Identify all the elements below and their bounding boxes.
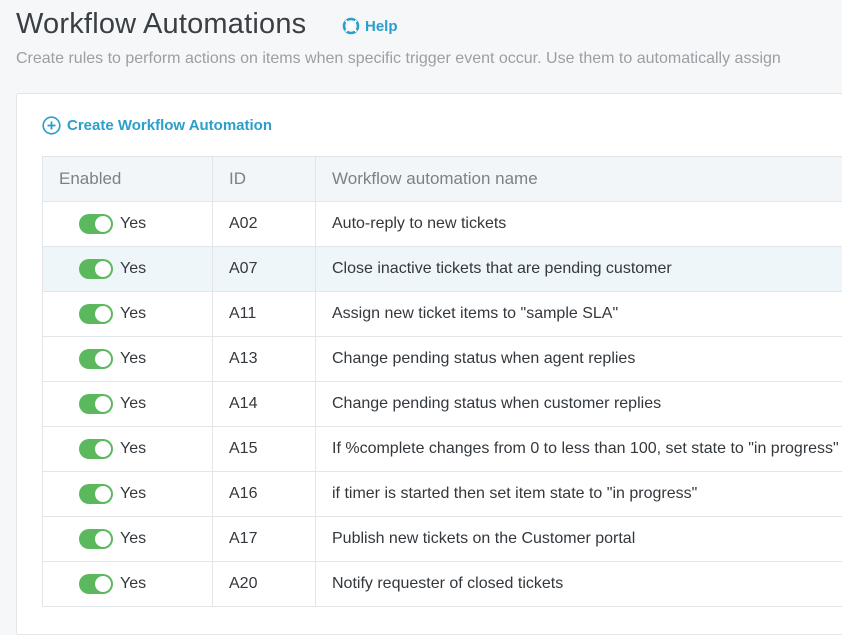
automations-panel: Create Workflow Automation Enabled ID Wo… [16, 93, 842, 635]
enabled-label: Yes [120, 305, 146, 323]
enabled-label: Yes [120, 350, 146, 368]
help-label: Help [365, 18, 398, 35]
enabled-label: Yes [120, 530, 146, 548]
enabled-toggle[interactable] [79, 439, 113, 459]
automation-name[interactable]: If %complete changes from 0 to less than… [316, 427, 842, 472]
column-header-id[interactable]: ID [213, 157, 316, 202]
enabled-toggle[interactable] [79, 349, 113, 369]
table-header-row: Enabled ID Workflow automation name [43, 157, 842, 202]
create-workflow-automation-button[interactable]: Create Workflow Automation [42, 116, 272, 135]
automation-id: A17 [213, 517, 316, 562]
automation-id: A13 [213, 337, 316, 382]
automation-name[interactable]: Change pending status when agent replies [316, 337, 842, 382]
enabled-toggle[interactable] [79, 574, 113, 594]
automation-id: A16 [213, 472, 316, 517]
create-workflow-automation-label: Create Workflow Automation [67, 117, 272, 134]
automation-id: A07 [213, 247, 316, 292]
table-row[interactable]: Yes A14 Change pending status when custo… [43, 382, 842, 427]
column-header-name[interactable]: Workflow automation name [316, 157, 842, 202]
enabled-toggle[interactable] [79, 484, 113, 504]
page-description: Create rules to perform actions on items… [16, 50, 842, 68]
table-row[interactable]: Yes A07 Close inactive tickets that are … [43, 247, 842, 292]
enabled-label: Yes [120, 485, 146, 503]
table-row[interactable]: Yes A13 Change pending status when agent… [43, 337, 842, 382]
table-row[interactable]: Yes A16 if timer is started then set ite… [43, 472, 842, 517]
column-header-enabled[interactable]: Enabled [43, 157, 213, 202]
automation-name[interactable]: Auto-reply to new tickets [316, 202, 842, 247]
enabled-toggle[interactable] [79, 529, 113, 549]
automation-id: A02 [213, 202, 316, 247]
enabled-toggle[interactable] [79, 214, 113, 234]
table-row[interactable]: Yes A15 If %complete changes from 0 to l… [43, 427, 842, 472]
lifebuoy-icon [342, 17, 360, 35]
automation-name[interactable]: Notify requester of closed tickets [316, 562, 842, 607]
automation-name[interactable]: if timer is started then set item state … [316, 472, 842, 517]
automation-id: A11 [213, 292, 316, 337]
workflow-automations-table: Enabled ID Workflow automation name Yes … [42, 156, 842, 607]
table-row[interactable]: Yes A02 Auto-reply to new tickets [43, 202, 842, 247]
enabled-label: Yes [120, 440, 146, 458]
automation-name[interactable]: Change pending status when customer repl… [316, 382, 842, 427]
automation-name[interactable]: Publish new tickets on the Customer port… [316, 517, 842, 562]
table-row[interactable]: Yes A20 Notify requester of closed ticke… [43, 562, 842, 607]
help-link[interactable]: Help [342, 17, 398, 35]
automation-id: A20 [213, 562, 316, 607]
automation-id: A14 [213, 382, 316, 427]
page-title: Workflow Automations [16, 8, 306, 41]
enabled-label: Yes [120, 260, 146, 278]
automation-name[interactable]: Assign new ticket items to "sample SLA" [316, 292, 842, 337]
enabled-label: Yes [120, 395, 146, 413]
enabled-label: Yes [120, 215, 146, 233]
table-row[interactable]: Yes A11 Assign new ticket items to "samp… [43, 292, 842, 337]
plus-circle-icon [42, 116, 61, 135]
automation-id: A15 [213, 427, 316, 472]
enabled-toggle[interactable] [79, 394, 113, 414]
enabled-toggle[interactable] [79, 259, 113, 279]
table-row[interactable]: Yes A17 Publish new tickets on the Custo… [43, 517, 842, 562]
enabled-label: Yes [120, 575, 146, 593]
enabled-toggle[interactable] [79, 304, 113, 324]
automation-name[interactable]: Close inactive tickets that are pending … [316, 247, 842, 292]
